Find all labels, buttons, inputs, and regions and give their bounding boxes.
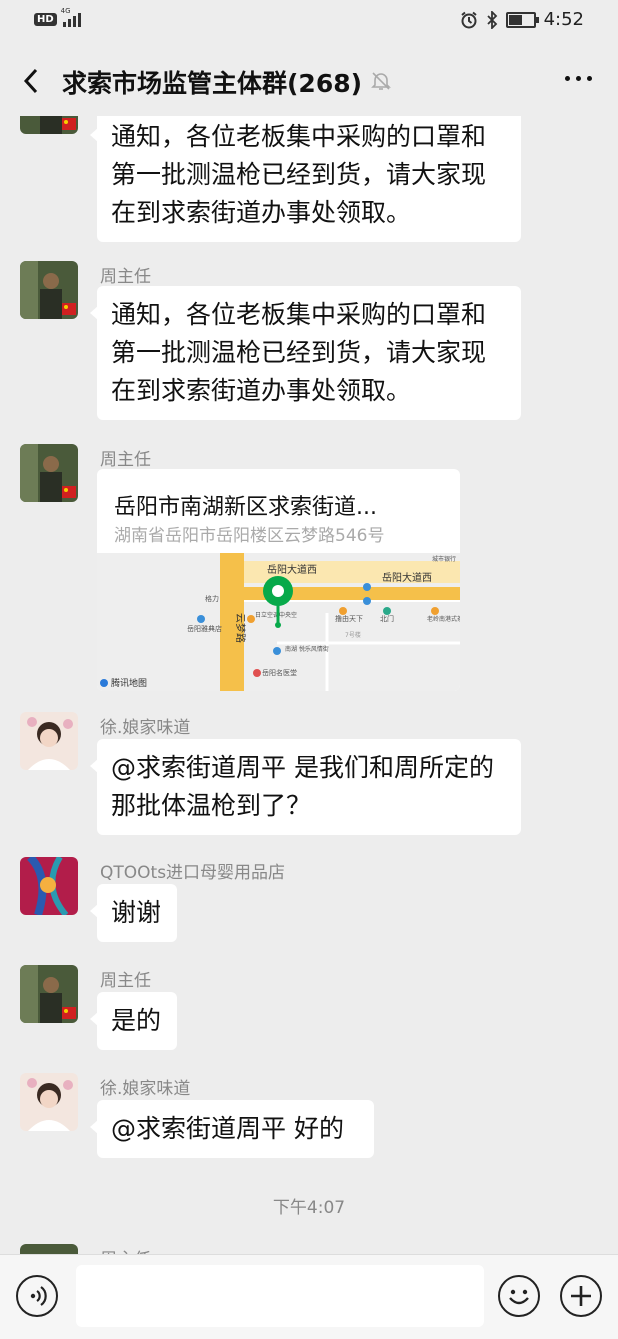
location-card[interactable]: 岳阳市南湖新区求索街道... 湖南省岳阳市岳阳楼区云梦路546号 岳阳大道西 岳… — [97, 469, 460, 691]
sender-name: QTOOts进口母婴用品店 — [100, 863, 286, 883]
avatar[interactable] — [20, 965, 78, 1023]
location-address: 湖南省岳阳市岳阳楼区云梦路546号 — [114, 526, 385, 546]
svg-text:撸由天下: 撸由天下 — [335, 614, 363, 623]
avatar[interactable] — [20, 1244, 78, 1254]
svg-text:岳阳大道西: 岳阳大道西 — [382, 571, 432, 584]
status-bar: HD 4G 4:52 — [0, 0, 618, 44]
svg-text:腾讯地图: 腾讯地图 — [111, 677, 147, 689]
message-list[interactable]: 通知，各位老板集中采购的口罩和 第一批测温枪已经到货，请大家现 在到求索街道办事… — [0, 116, 618, 1254]
message-bubble[interactable]: 谢谢 — [90, 884, 177, 942]
clock-time: 4:52 — [543, 9, 584, 30]
svg-text:北门: 北门 — [380, 614, 394, 623]
sender-name: 周主任 — [100, 1245, 151, 1254]
sender-name: 周主任 — [100, 971, 151, 991]
chat-header: 求索市场监管主体群(268) — [0, 44, 618, 116]
sender-name: 周主任 — [100, 450, 151, 470]
svg-text:云梦路: 云梦路 — [234, 613, 247, 643]
hd-icon: HD — [34, 12, 57, 26]
mute-bell-icon — [371, 72, 391, 90]
sender-name: 徐.娘家味道 — [100, 1079, 191, 1099]
message-bubble[interactable]: 通知，各位老板集中采购的口罩和 第一批测温枪已经到货，请大家现 在到求索街道办事… — [90, 286, 521, 420]
location-title: 岳阳市南湖新区求索街道... — [114, 495, 377, 520]
svg-text:7号楼: 7号楼 — [345, 631, 361, 639]
avatar[interactable] — [20, 1073, 78, 1131]
input-bar — [0, 1254, 618, 1339]
time-divider: 下午4:07 — [272, 1198, 346, 1218]
more-options-icon[interactable] — [565, 76, 592, 81]
svg-text:老岭南港式茶餐厅: 老岭南港式茶餐厅 — [427, 615, 460, 623]
avatar[interactable] — [20, 712, 78, 770]
svg-text:南湖 悦乐风情街: 南湖 悦乐风情街 — [285, 645, 329, 653]
svg-text:岳阳名医堂: 岳阳名医堂 — [262, 668, 297, 677]
sender-name: 周主任 — [100, 267, 151, 287]
sender-name: 徐.娘家味道 — [100, 718, 191, 738]
group-title: 求索市场监管主体群(268) — [62, 69, 363, 98]
message-bubble[interactable]: 是的 — [90, 992, 177, 1050]
plus-icon[interactable] — [560, 1275, 602, 1317]
svg-text:岳阳雅典店: 岳阳雅典店 — [187, 624, 222, 633]
avatar[interactable] — [20, 857, 78, 915]
message-bubble[interactable]: @求索街道周平 好的 — [90, 1100, 374, 1158]
message-bubble[interactable]: 通知，各位老板集中采购的口罩和 第一批测温枪已经到货，请大家现 在到求索街道办事… — [90, 116, 521, 242]
avatar[interactable] — [20, 444, 78, 502]
svg-text:岳阳大道西: 岳阳大道西 — [267, 563, 317, 576]
location-map[interactable]: 岳阳大道西 岳阳大道西 云梦路 格力 岳阳雅典店 日立空调中央空 撸由天下 北门… — [97, 553, 460, 691]
svg-text:格力: 格力 — [205, 594, 219, 603]
alarm-icon — [460, 11, 477, 28]
emoji-icon[interactable] — [498, 1275, 540, 1317]
bluetooth-icon — [486, 10, 497, 29]
battery-icon — [505, 11, 539, 28]
avatar[interactable] — [20, 261, 78, 319]
signal-icon: 4G — [61, 7, 81, 27]
message-input[interactable] — [76, 1265, 484, 1327]
svg-text:日立空调中央空: 日立空调中央空 — [255, 611, 297, 619]
avatar[interactable] — [20, 116, 78, 134]
svg-text:城市银行: 城市银行 — [432, 555, 456, 563]
voice-input-icon[interactable] — [16, 1275, 58, 1317]
back-arrow-icon[interactable] — [18, 64, 48, 98]
message-bubble[interactable]: @求索街道周平 是我们和周所定的 那批体温枪到了？ — [90, 739, 521, 835]
